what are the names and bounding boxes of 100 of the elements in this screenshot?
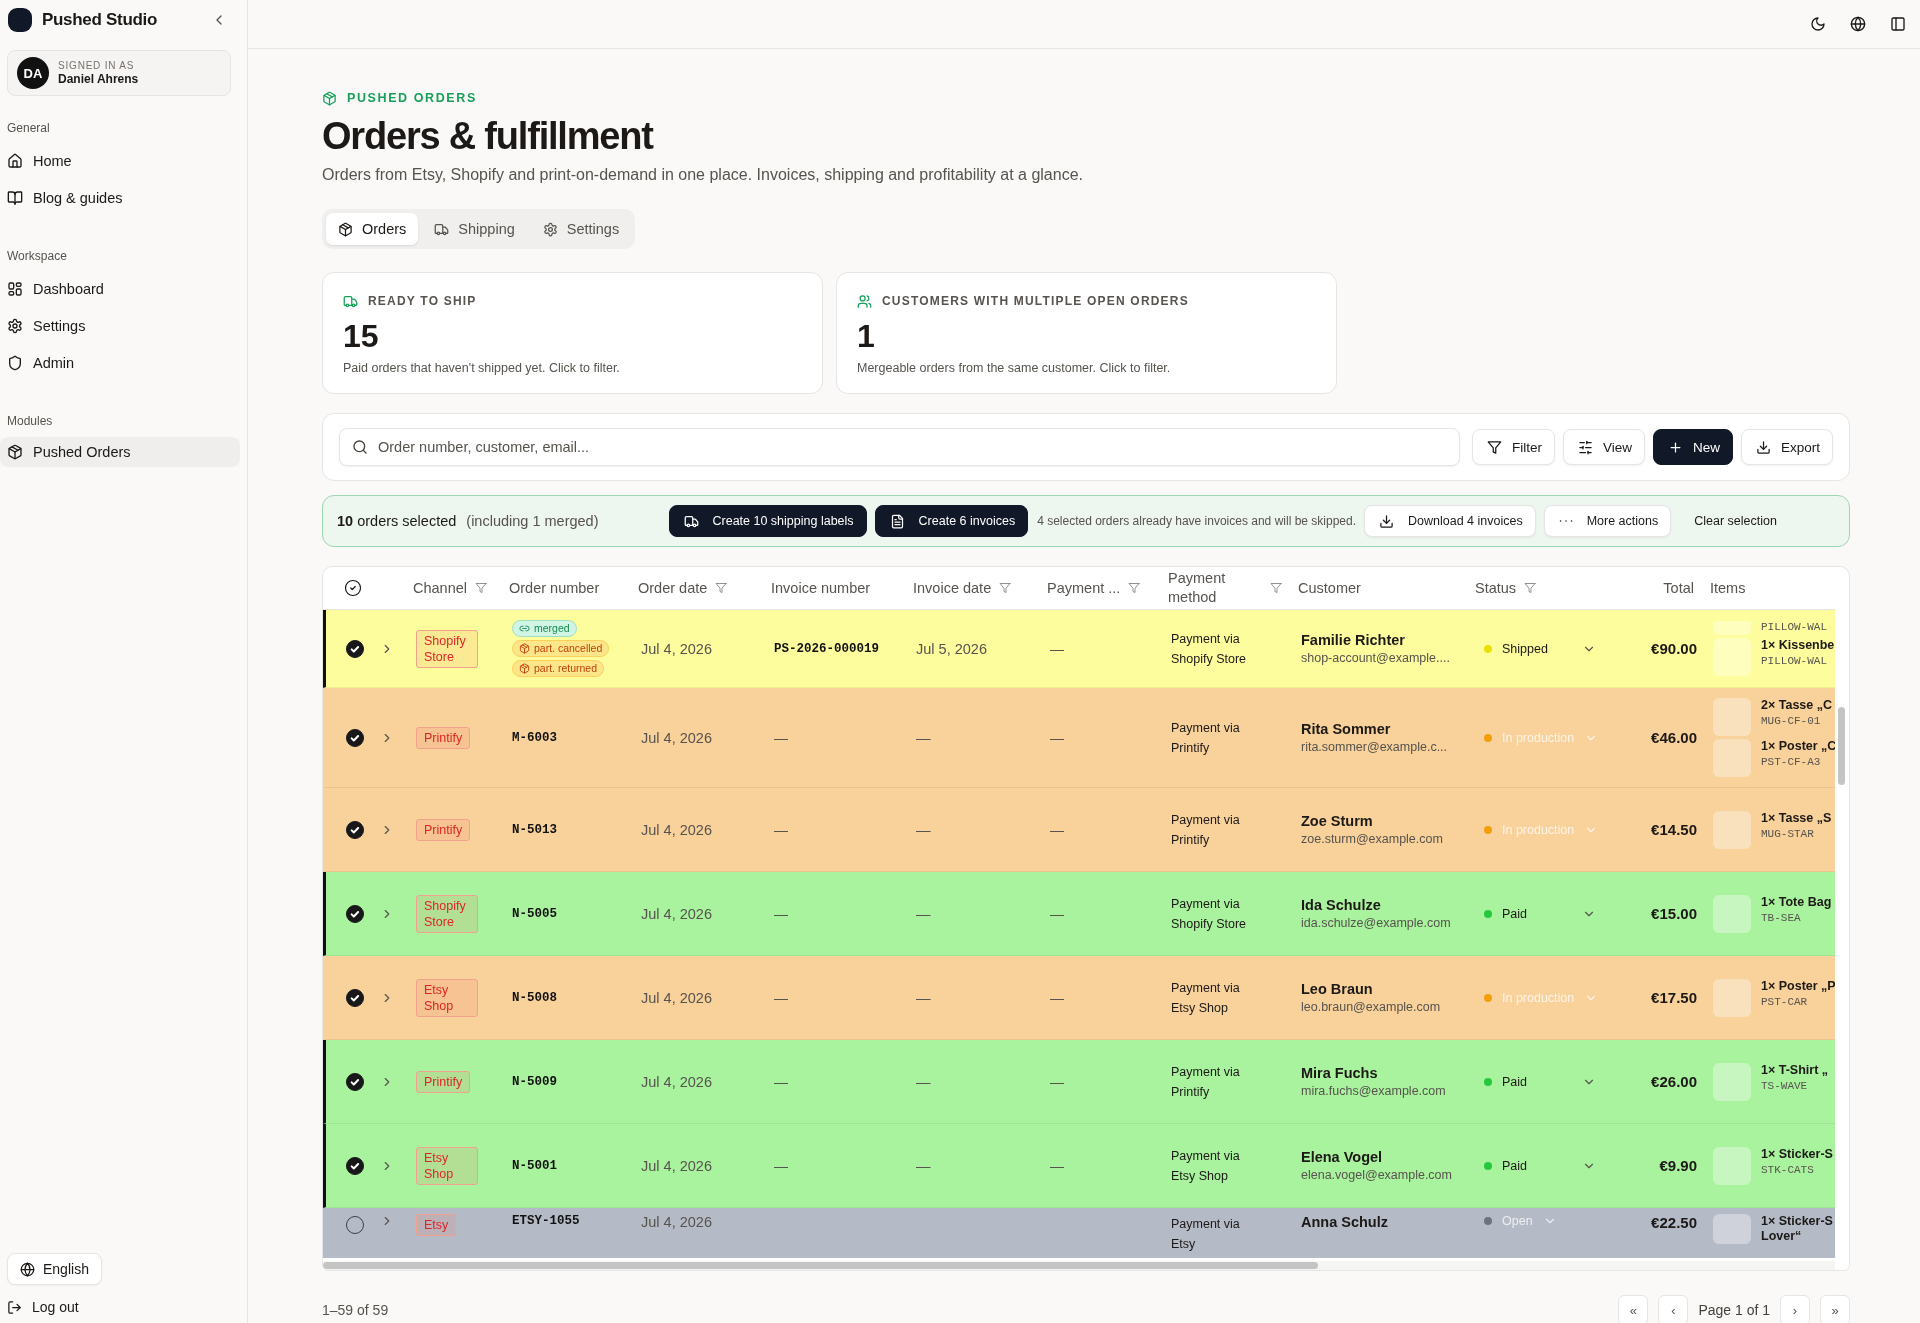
bulk-action-button[interactable]: Clear selection xyxy=(1679,505,1790,537)
column-header[interactable]: Order date xyxy=(638,580,728,596)
bulk-action-button[interactable]: Create 6 invoices xyxy=(874,505,1029,537)
item-thumbnail xyxy=(1713,621,1751,635)
customer-name: Leo Braun xyxy=(1301,981,1373,997)
nav-item[interactable]: Home xyxy=(7,144,240,178)
order-total: €90.00 xyxy=(1651,640,1697,657)
customer-email: shop-account@example.... xyxy=(1301,651,1450,665)
next-page-button[interactable]: › xyxy=(1780,1295,1810,1323)
item-sku: TS-WAVE xyxy=(1761,1079,1809,1092)
filter-icon xyxy=(1128,582,1141,594)
previous-page-button[interactable]: ‹ xyxy=(1658,1295,1689,1323)
customer-email: mira.fuchs@example.com xyxy=(1301,1084,1446,1098)
user-caption: SIGNED IN AS xyxy=(58,60,136,71)
column-header[interactable]: Invoice number xyxy=(771,580,871,596)
table-row[interactable]: Etsy Shop N-5008 Jul 4, 2026 — — — Payment via Etsy Shop Leo Braun leo.braun@example.com In production €17.50 1× Poster „P PST-CAR xyxy=(323,956,1835,1040)
toolbar-button[interactable]: Export xyxy=(1740,429,1833,465)
column-header[interactable]: Status xyxy=(1475,580,1537,596)
channel-tag: Shopify Store xyxy=(416,894,478,933)
section-title: Workspace xyxy=(7,248,68,265)
order-number: N-5005 xyxy=(512,906,557,921)
tab[interactable]: Shipping xyxy=(422,213,527,245)
invoice-date: — xyxy=(916,1157,931,1174)
invoice-date: — xyxy=(916,905,931,922)
order-badge: part. returned xyxy=(512,660,605,677)
toolbar-button[interactable]: View xyxy=(1562,429,1645,465)
customer-name: Familie Richter xyxy=(1301,632,1405,648)
table-row[interactable]: Printify N-5013 Jul 4, 2026 — — — Payment via Printify Zoe Sturm zoe.sturm@example.com In production €14.50 1× Tasse „S MUG-STAR xyxy=(323,788,1835,872)
invoice-date: — xyxy=(916,729,931,746)
customer-name: Rita Sommer xyxy=(1301,721,1391,737)
toolbar-button[interactable]: New xyxy=(1652,429,1733,465)
nav-item[interactable]: Settings xyxy=(7,309,240,343)
channel-tag: Etsy Shop xyxy=(416,1146,478,1185)
bulk-action-button[interactable]: Download 4 invoices xyxy=(1364,505,1536,537)
payment-method: Payment via Etsy Shop xyxy=(1171,1147,1241,1185)
row-checkbox[interactable] xyxy=(346,639,364,658)
status-dropdown[interactable]: Shipped xyxy=(1478,641,1596,656)
nav-item[interactable]: Dashboard xyxy=(7,272,240,306)
plus-icon xyxy=(1667,439,1683,455)
customer-email: ida.schulze@example.com xyxy=(1301,916,1451,930)
nav-item[interactable]: Pushed Orders xyxy=(0,437,240,467)
tab[interactable]: Orders xyxy=(326,213,419,245)
nav-item[interactable]: Blog & guides xyxy=(7,181,240,215)
language-button[interactable]: English xyxy=(7,1253,102,1285)
document-icon xyxy=(889,513,905,529)
column-header[interactable]: Customer xyxy=(1298,580,1361,596)
tab[interactable]: Settings xyxy=(530,213,632,245)
row-checkbox[interactable] xyxy=(346,1156,364,1175)
column-header[interactable]: Items xyxy=(1710,580,1746,596)
payment-method: Payment via Etsy Shop xyxy=(1171,979,1241,1017)
box-icon xyxy=(7,444,23,460)
selection-hint: 4 selected orders already have invoices and will be skipped. xyxy=(1037,514,1356,528)
status-dropdown[interactable]: Paid xyxy=(1478,1158,1596,1173)
status-dropdown[interactable]: Paid xyxy=(1478,1074,1596,1089)
invoice-date: — xyxy=(916,1073,931,1090)
column-header[interactable]: Total xyxy=(1663,580,1694,596)
invoice-number: — xyxy=(774,989,788,1006)
row-checkbox[interactable] xyxy=(346,820,364,839)
logout-link[interactable]: Log out xyxy=(7,1299,79,1315)
column-header[interactable]: Payment method xyxy=(1168,569,1282,607)
search-field[interactable]: Order number, customer, email... xyxy=(339,428,1460,466)
stat-card[interactable]: CUSTOMERS WITH MULTIPLE OPEN ORDERS 1 Mergeable orders from the same customer. Click to filter. xyxy=(836,272,1337,394)
channel-tag: Printify xyxy=(416,818,471,841)
row-checkbox[interactable] xyxy=(346,1072,364,1091)
order-total: €14.50 xyxy=(1651,821,1697,838)
row-checkbox[interactable] xyxy=(346,904,364,923)
table-row[interactable]: Printify N-5009 Jul 4, 2026 — — — Payment via Printify Mira Fuchs mira.fuchs@example.com Paid €26.00 1× T-Shirt „ TS-WAVE xyxy=(323,1040,1835,1124)
table-row[interactable] xyxy=(323,610,1835,688)
column-header[interactable]: Channel xyxy=(413,580,487,596)
order-number: N-5013 xyxy=(512,822,557,837)
stat-card[interactable]: READY TO SHIP 15 Paid orders that haven't shipped yet. Click to filter. xyxy=(322,272,823,394)
item-name: 1× Tasse „S xyxy=(1761,810,1833,826)
payment-method: Payment via Etsy xyxy=(1171,1216,1241,1253)
column-header[interactable]: Invoice date xyxy=(913,580,1012,596)
table-row[interactable]: Shopify Store N-5005 Jul 4, 2026 — — — Payment via Shopify Store Ida Schulze ida.schulze@example.com Paid €15.00 1× Tote Bag TB-SEA xyxy=(323,872,1835,956)
column-header[interactable]: Order number xyxy=(509,580,600,596)
toolbar-button[interactable]: Filter xyxy=(1471,429,1555,465)
row-checkbox[interactable] xyxy=(346,728,364,747)
first-page-button[interactable]: « xyxy=(1618,1295,1649,1323)
horizontal-scrollbar[interactable] xyxy=(323,1261,1835,1270)
item-name: 1× Kissenbe xyxy=(1761,638,1835,653)
table-row[interactable]: Etsy Shop N-5001 Jul 4, 2026 — — — Payment via Etsy Shop Elena Vogel elena.vogel@example.com Paid €9.90 1× Sticker-S STK-CATS xyxy=(323,1124,1835,1208)
channel-tag: Printify xyxy=(416,726,471,749)
bulk-action-button[interactable]: Create 10 shipping labels xyxy=(668,505,867,537)
sliders-icon xyxy=(1577,439,1593,455)
nav-item[interactable]: Admin xyxy=(7,346,240,380)
order-total: €26.00 xyxy=(1651,1073,1697,1090)
bulk-action-button[interactable]: More actions xyxy=(1543,505,1672,537)
status-dropdown[interactable]: Paid xyxy=(1478,906,1596,921)
item-name: 1× Poster „P xyxy=(1761,978,1835,994)
box-icon xyxy=(519,663,530,674)
invoice-number: — xyxy=(774,905,788,922)
column-header[interactable]: Payment ... xyxy=(1047,580,1141,596)
row-checkbox[interactable] xyxy=(346,988,364,1007)
order-number: ETSY-1055 xyxy=(512,1214,580,1228)
payment-status: — xyxy=(1050,640,1064,657)
last-page-button[interactable]: » xyxy=(1820,1295,1850,1323)
avatar: DA xyxy=(17,57,49,89)
download-icon xyxy=(1755,439,1771,455)
shield-icon xyxy=(7,355,23,371)
